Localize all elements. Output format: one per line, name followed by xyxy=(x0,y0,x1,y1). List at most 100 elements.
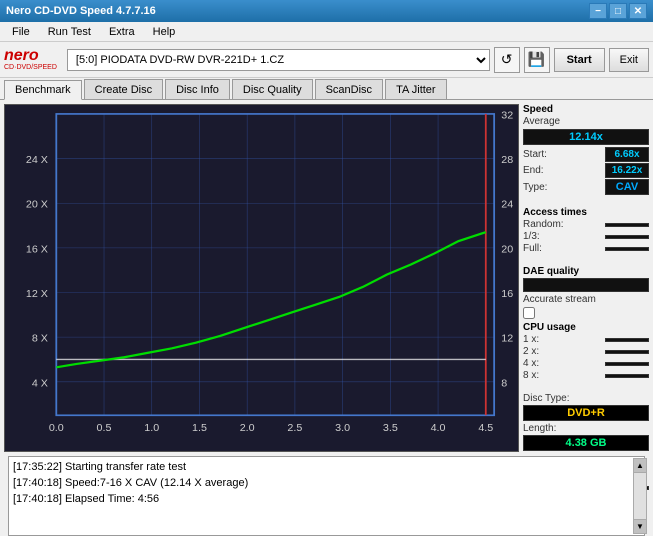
dae-quality-label: DAE quality xyxy=(523,266,649,277)
start-label: Start: xyxy=(523,149,547,160)
main-content: 4 X 8 X 12 X 16 X 20 X 24 X 32 28 24 20 … xyxy=(0,100,653,456)
scrollbar-up[interactable]: ▲ xyxy=(634,459,646,473)
svg-text:0.0: 0.0 xyxy=(49,423,64,434)
type-value: CAV xyxy=(605,179,649,195)
menu-run-test[interactable]: Run Test xyxy=(40,24,99,40)
full-label: Full: xyxy=(523,243,542,254)
log-entry-0: [17:35:22] Starting transfer rate test xyxy=(13,459,640,475)
accurate-stream-checkbox[interactable] xyxy=(523,307,535,319)
tab-ta-jitter[interactable]: TA Jitter xyxy=(385,79,447,99)
svg-text:3.0: 3.0 xyxy=(335,423,350,434)
cpu-4x-value xyxy=(605,362,649,366)
svg-text:24: 24 xyxy=(501,200,513,211)
svg-text:28: 28 xyxy=(501,155,513,166)
svg-text:4.0: 4.0 xyxy=(431,423,446,434)
menu-help[interactable]: Help xyxy=(145,24,184,40)
random-value xyxy=(605,223,649,227)
speed-chart: 4 X 8 X 12 X 16 X 20 X 24 X 32 28 24 20 … xyxy=(5,105,518,451)
tab-benchmark[interactable]: Benchmark xyxy=(4,80,82,100)
cpu-8x-label: 8 x: xyxy=(523,370,539,381)
svg-text:1.0: 1.0 xyxy=(144,423,159,434)
tab-create-disc[interactable]: Create Disc xyxy=(84,79,163,99)
onethird-value xyxy=(605,235,649,239)
svg-text:4.5: 4.5 xyxy=(478,423,493,434)
cpu-1x-value xyxy=(605,338,649,342)
random-label: Random: xyxy=(523,219,564,230)
full-value xyxy=(605,247,649,251)
length-label: Length: xyxy=(523,423,556,434)
onethird-label: 1/3: xyxy=(523,231,540,242)
toolbar: nero CD·DVD/SPEED [5:0] PIODATA DVD-RW D… xyxy=(0,42,653,78)
log-scrollbar[interactable]: ▲ ▼ xyxy=(633,458,647,534)
svg-text:32: 32 xyxy=(501,111,513,122)
close-button[interactable]: ✕ xyxy=(629,3,647,19)
type-label: Type: xyxy=(523,182,547,193)
scrollbar-down[interactable]: ▼ xyxy=(634,519,646,533)
log-container: [17:35:22] Starting transfer rate test [… xyxy=(4,456,649,536)
chart-area: 4 X 8 X 12 X 16 X 20 X 24 X 32 28 24 20 … xyxy=(4,104,519,452)
minimize-button[interactable]: − xyxy=(589,3,607,19)
svg-text:8 X: 8 X xyxy=(32,334,48,345)
save-icon-button[interactable]: 💾 xyxy=(524,47,550,73)
end-label: End: xyxy=(523,165,544,176)
cpu-2x-label: 2 x: xyxy=(523,346,539,357)
drive-selector[interactable]: [5:0] PIODATA DVD-RW DVR-221D+ 1.CZ xyxy=(67,49,490,71)
window-controls: − □ ✕ xyxy=(589,3,647,19)
end-value: 16.22x xyxy=(605,163,649,178)
log-entry-2: [17:40:18] Elapsed Time: 4:56 xyxy=(13,491,640,507)
disc-type-value: DVD+R xyxy=(523,405,649,421)
svg-text:20 X: 20 X xyxy=(26,200,48,211)
title-bar: Nero CD-DVD Speed 4.7.7.16 − □ ✕ xyxy=(0,0,653,22)
svg-text:16 X: 16 X xyxy=(26,245,48,256)
maximize-button[interactable]: □ xyxy=(609,3,627,19)
disc-type-label: Disc Type: xyxy=(523,393,570,404)
start-value: 6.68x xyxy=(605,147,649,162)
cpu-8x-value xyxy=(605,374,649,378)
svg-text:1.5: 1.5 xyxy=(192,423,207,434)
speed-section: Speed Average 12.14x Start: 6.68x End: 1… xyxy=(523,104,649,197)
access-times-section: Access times Random: 1/3: Full: xyxy=(523,207,649,256)
cpu-2x-value xyxy=(605,350,649,354)
exit-button[interactable]: Exit xyxy=(609,48,649,72)
cpu-1x-label: 1 x: xyxy=(523,334,539,345)
app-title: Nero CD-DVD Speed 4.7.7.16 xyxy=(6,5,156,17)
accurate-stream-row xyxy=(523,307,649,319)
tab-scandisc[interactable]: ScanDisc xyxy=(315,79,383,99)
svg-text:4 X: 4 X xyxy=(32,379,48,390)
svg-text:16: 16 xyxy=(501,289,513,300)
speed-title: Speed xyxy=(523,104,649,115)
eject-icon-button[interactable]: ↺ xyxy=(494,47,520,73)
cpu-usage-section: CPU usage 1 x: 2 x: 4 x: 8 x: xyxy=(523,322,649,383)
svg-text:0.5: 0.5 xyxy=(97,423,112,434)
menu-file[interactable]: File xyxy=(4,24,38,40)
start-button[interactable]: Start xyxy=(554,48,605,72)
svg-text:24 X: 24 X xyxy=(26,155,48,166)
tab-disc-quality[interactable]: Disc Quality xyxy=(232,79,313,99)
average-label: Average xyxy=(523,116,560,127)
menu-bar: File Run Test Extra Help xyxy=(0,22,653,42)
cpu-usage-title: CPU usage xyxy=(523,322,649,333)
svg-text:3.5: 3.5 xyxy=(383,423,398,434)
log-entry-1: [17:40:18] Speed:7-16 X CAV (12.14 X ave… xyxy=(13,475,640,491)
average-row: Average xyxy=(523,116,649,127)
nero-logo-sub: CD·DVD/SPEED xyxy=(4,64,57,71)
nero-logo: nero CD·DVD/SPEED xyxy=(4,48,57,71)
svg-text:2.5: 2.5 xyxy=(287,423,302,434)
length-value: 4.38 GB xyxy=(523,435,649,451)
disc-section: Disc Type: DVD+R Length: 4.38 GB xyxy=(523,393,649,453)
dae-quality-section: DAE quality Accurate stream xyxy=(523,266,649,319)
average-value: 12.14x xyxy=(523,129,649,145)
svg-text:8: 8 xyxy=(501,379,507,390)
tab-disc-info[interactable]: Disc Info xyxy=(165,79,230,99)
log-area: [17:35:22] Starting transfer rate test [… xyxy=(8,456,645,536)
svg-text:12 X: 12 X xyxy=(26,289,48,300)
dae-quality-value xyxy=(523,278,649,292)
access-times-title: Access times xyxy=(523,207,649,218)
svg-text:2.0: 2.0 xyxy=(240,423,255,434)
cpu-4x-label: 4 x: xyxy=(523,358,539,369)
svg-text:12: 12 xyxy=(501,334,513,345)
svg-text:20: 20 xyxy=(501,245,513,256)
accurate-stream-label: Accurate stream xyxy=(523,294,649,305)
menu-extra[interactable]: Extra xyxy=(101,24,143,40)
tab-bar: Benchmark Create Disc Disc Info Disc Qua… xyxy=(0,78,653,100)
